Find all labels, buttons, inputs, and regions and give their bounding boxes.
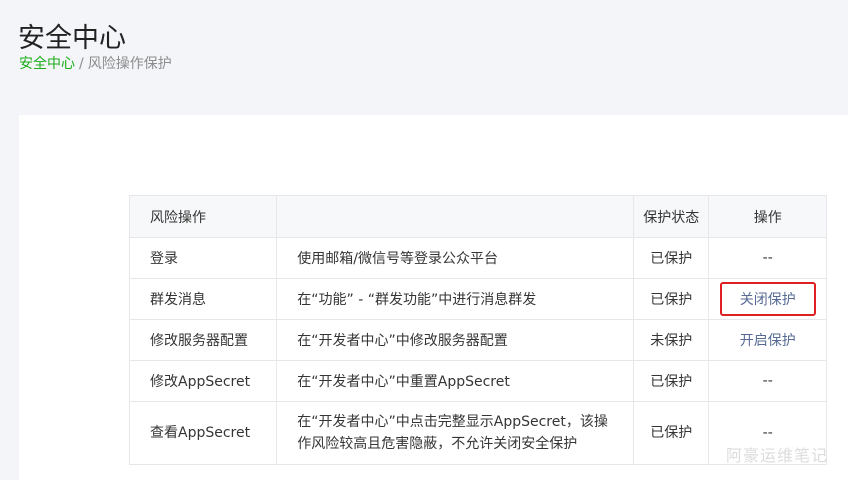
operation-description: 在“开发者中心”中修改服务器配置 (276, 319, 635, 361)
operation-name: 登录 (128, 237, 278, 279)
operation-description: 在“功能” - “群发功能”中进行消息群发 (276, 278, 635, 320)
column-header-description (276, 195, 635, 238)
table-row: 登录 使用邮箱/微信号等登录公众平台 已保护 -- (128, 237, 827, 279)
breadcrumb-link-security-center[interactable]: 安全中心 (19, 56, 75, 72)
breadcrumb-separator: / (79, 56, 84, 72)
status-badge: 未保护 (633, 319, 710, 361)
content-panel: 风险操作 保护状态 操作 登录 使用邮箱/微信号等登录公众平台 已保护 -- 群… (19, 115, 848, 480)
disable-protection-link[interactable]: 关闭保护 (740, 292, 796, 308)
table-row: 查看AppSecret 在“开发者中心”中点击完整显示AppSecret，该操作… (128, 401, 827, 465)
watermark: 阿豪运维笔记 (725, 446, 828, 465)
breadcrumb: 安全中心 / 风险操作保护 (19, 55, 172, 73)
table-row: 修改AppSecret 在“开发者中心”中重置AppSecret 已保护 -- (128, 360, 827, 402)
action-placeholder: -- (708, 360, 827, 402)
enable-protection-link[interactable]: 开启保护 (740, 333, 796, 349)
risk-operation-table: 风险操作 保护状态 操作 登录 使用邮箱/微信号等登录公众平台 已保护 -- 群… (128, 195, 827, 465)
column-header-operation: 风险操作 (128, 195, 278, 238)
table-header-row: 风险操作 保护状态 操作 (128, 195, 827, 238)
operation-description: 在“开发者中心”中重置AppSecret (276, 360, 635, 402)
status-badge: 已保护 (633, 401, 710, 465)
breadcrumb-current: 风险操作保护 (87, 56, 172, 72)
status-badge: 已保护 (633, 360, 710, 402)
table-row: 修改服务器配置 在“开发者中心”中修改服务器配置 未保护 开启保护 (128, 319, 827, 361)
column-header-status: 保护状态 (633, 195, 710, 238)
operation-description: 使用邮箱/微信号等登录公众平台 (276, 237, 635, 279)
status-badge: 已保护 (633, 278, 710, 320)
table-row: 群发消息 在“功能” - “群发功能”中进行消息群发 已保护 关闭保护 (128, 278, 827, 320)
operation-name: 修改AppSecret (128, 360, 278, 402)
highlight-box: 关闭保护 (719, 282, 816, 316)
action-cell: 关闭保护 (708, 278, 827, 320)
page-title: 安全中心 (18, 23, 126, 55)
operation-description: 在“开发者中心”中点击完整显示AppSecret，该操作风险较高且危害隐蔽，不允… (276, 401, 635, 465)
action-placeholder: -- (708, 237, 827, 279)
action-cell: 开启保护 (708, 319, 827, 361)
operation-name: 群发消息 (128, 278, 278, 320)
status-badge: 已保护 (633, 237, 710, 279)
operation-name: 查看AppSecret (128, 401, 278, 465)
column-header-action: 操作 (708, 195, 827, 238)
operation-name: 修改服务器配置 (128, 319, 278, 361)
